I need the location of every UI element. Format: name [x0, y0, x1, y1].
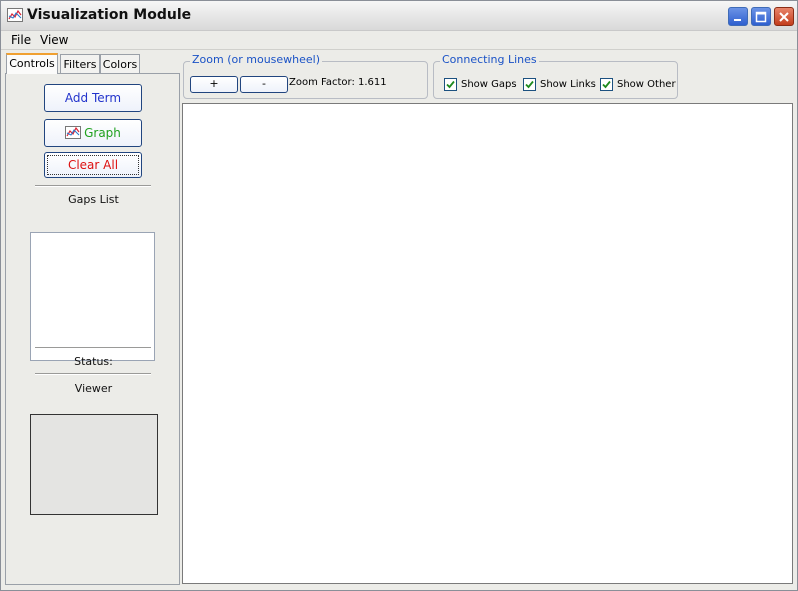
window-title: Visualization Module: [27, 7, 192, 23]
zoom-group-title: Zoom (or mousewheel): [190, 53, 323, 66]
title-bar[interactable]: Visualization Module: [1, 1, 797, 31]
tab-filters[interactable]: Filters: [60, 54, 100, 73]
maximize-icon: [755, 11, 767, 23]
tab-controls[interactable]: Controls: [6, 53, 58, 74]
menu-file[interactable]: File: [11, 33, 31, 47]
status-label: Status:: [74, 355, 113, 368]
zoom-group: Zoom (or mousewheel) + - Zoom Factor: 1.…: [183, 53, 428, 99]
graph-canvas[interactable]: [182, 103, 793, 584]
clear-all-button[interactable]: Clear All: [44, 152, 142, 178]
close-icon: [779, 12, 789, 22]
menu-bar: File View: [1, 31, 797, 50]
controls-panel: Add Term Graph Clear All Gaps List Statu…: [5, 73, 180, 585]
connecting-lines-group: Connecting Lines Show Gaps Show Links Sh…: [433, 53, 678, 99]
separator: [35, 347, 151, 349]
graph-button[interactable]: Graph: [44, 119, 142, 147]
viewer-label: Viewer: [74, 382, 113, 395]
show-other-checkbox[interactable]: [600, 78, 613, 91]
graph-button-label: Graph: [84, 126, 121, 140]
left-panel: Controls Filters Colors Add Term Graph C…: [5, 53, 180, 585]
zoom-out-button[interactable]: -: [240, 76, 288, 93]
show-other-label: Show Other: [617, 79, 676, 90]
checkmark-icon: [602, 80, 611, 89]
tab-colors[interactable]: Colors: [100, 54, 140, 73]
show-gaps-checkbox[interactable]: [444, 78, 457, 91]
add-term-button[interactable]: Add Term: [44, 84, 142, 112]
zoom-factor-text: Zoom Factor: 1.611: [289, 77, 387, 88]
checkmark-icon: [446, 80, 455, 89]
show-gaps-label: Show Gaps: [461, 79, 517, 90]
checkmark-icon: [525, 80, 534, 89]
maximize-button[interactable]: [751, 7, 771, 26]
graph-icon: [65, 126, 82, 139]
gaps-list[interactable]: [30, 232, 155, 361]
minimize-icon: [734, 19, 741, 21]
separator: [35, 373, 151, 375]
show-links-label: Show Links: [540, 79, 596, 90]
menu-view[interactable]: View: [40, 33, 68, 47]
app-window: Visualization Module File View Controls …: [0, 0, 798, 591]
gaps-list-label: Gaps List: [68, 193, 119, 206]
zoom-in-button[interactable]: +: [190, 76, 238, 93]
connecting-lines-title: Connecting Lines: [440, 53, 539, 66]
show-links-checkbox[interactable]: [523, 78, 536, 91]
viewer-box[interactable]: [30, 414, 158, 515]
close-button[interactable]: [774, 7, 794, 26]
graph-app-icon: [7, 8, 23, 22]
minimize-button[interactable]: [728, 7, 748, 26]
separator: [35, 185, 151, 187]
